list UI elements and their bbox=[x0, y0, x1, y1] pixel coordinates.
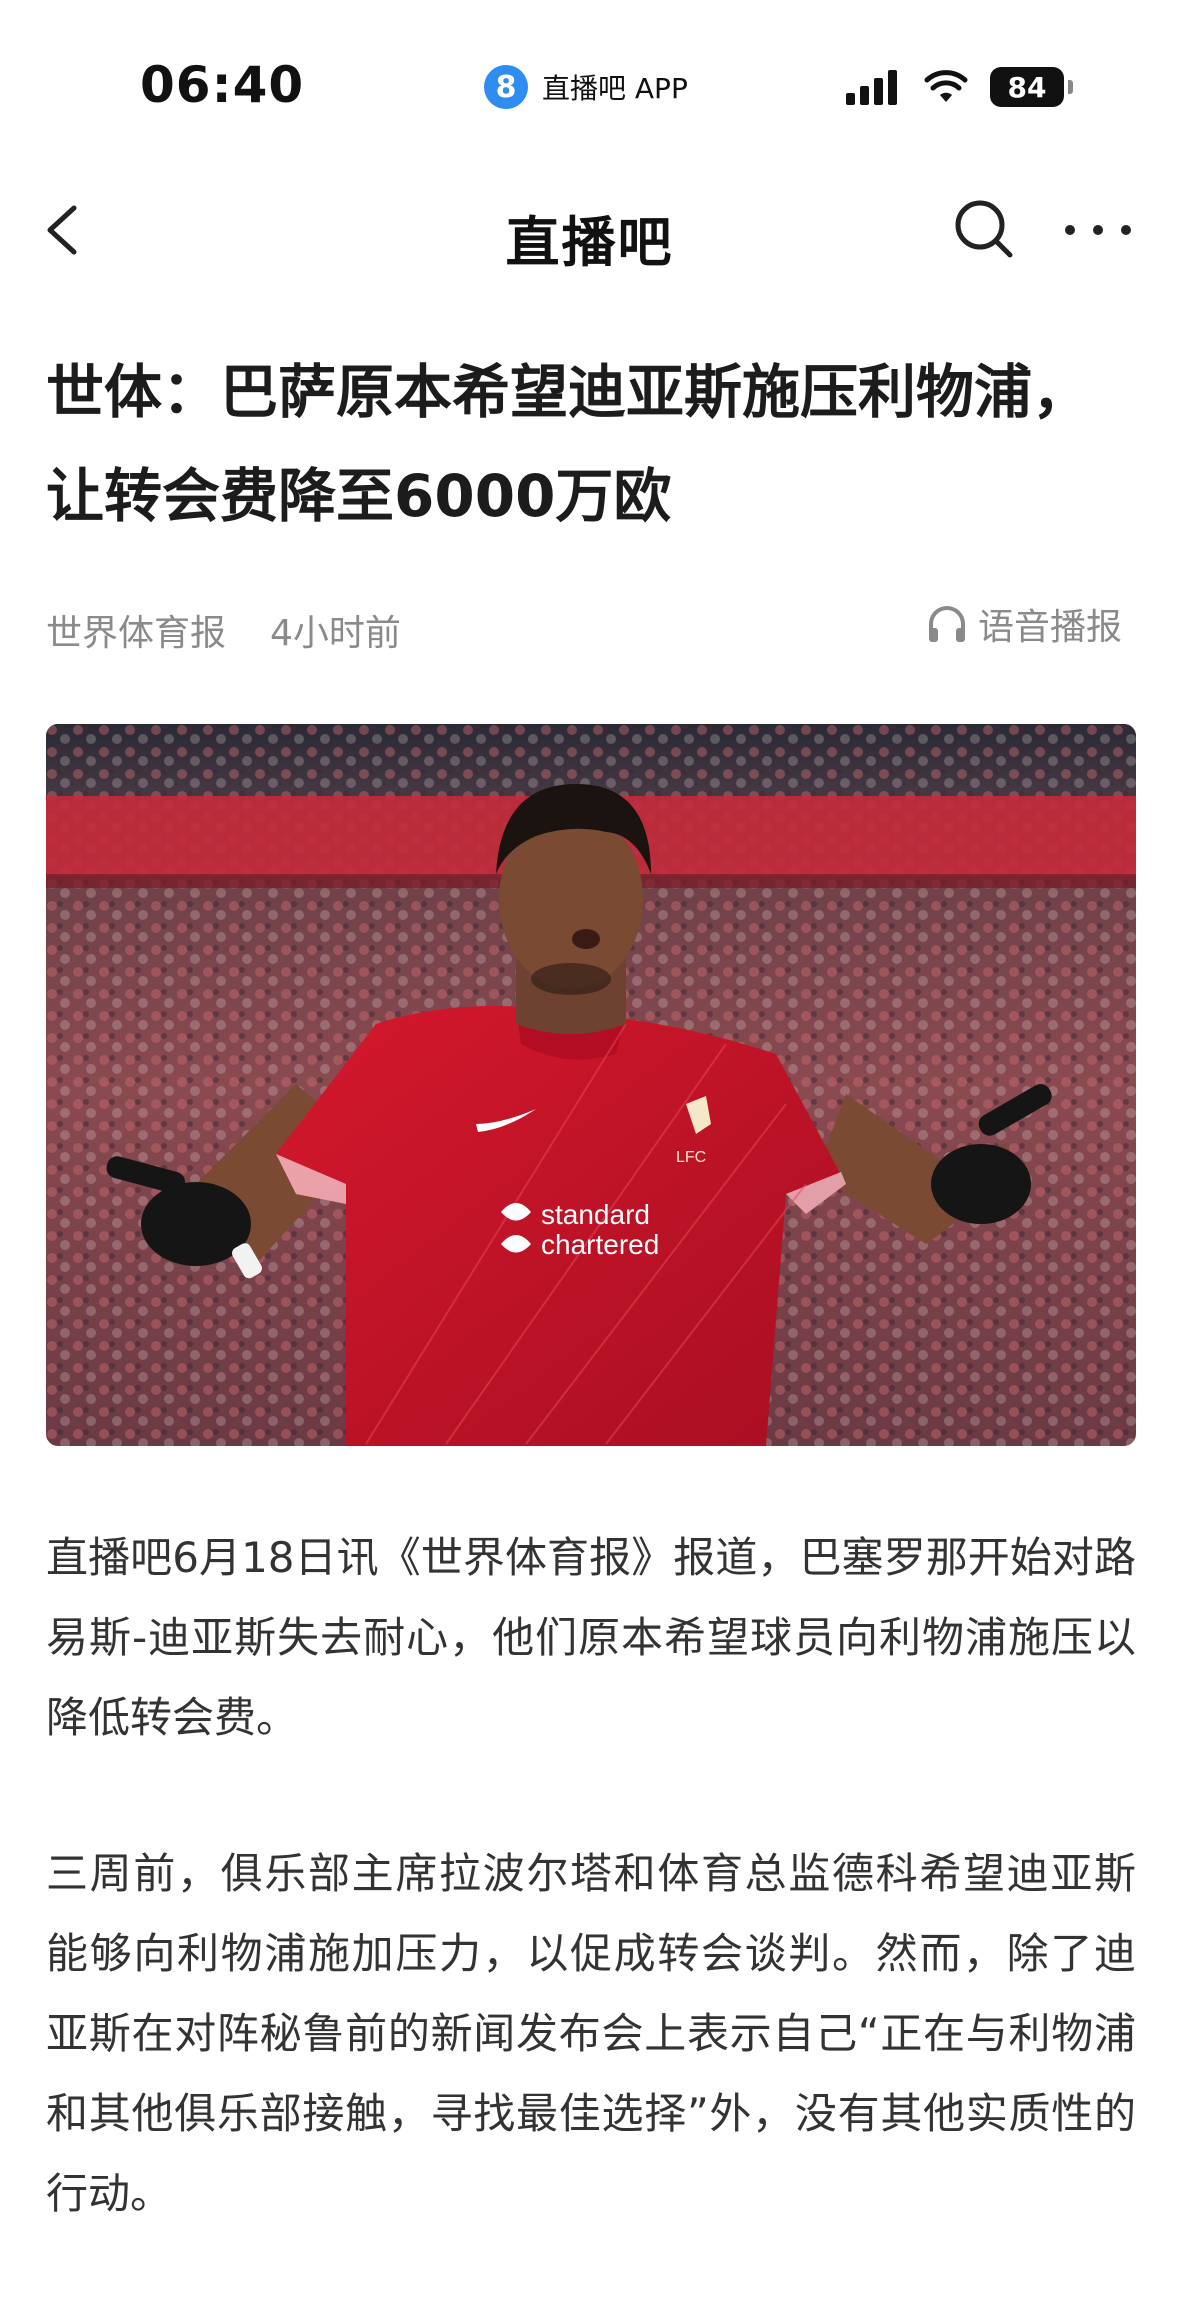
article-hero-image[interactable]: LFC standard chartered bbox=[46, 724, 1136, 1446]
battery-level: 84 bbox=[1007, 70, 1047, 104]
wifi-icon bbox=[924, 70, 968, 102]
search-icon bbox=[955, 200, 1013, 258]
more-dots-icon bbox=[1065, 225, 1131, 235]
nav-bar: 直播吧 bbox=[0, 150, 1179, 310]
battery-icon: 84 bbox=[990, 67, 1073, 107]
status-time: 06:40 bbox=[140, 56, 305, 114]
article-time: 4小时前 bbox=[270, 613, 401, 654]
sponsor-line-2: chartered bbox=[541, 1229, 659, 1260]
audio-play-label: 语音播报 bbox=[977, 607, 1122, 648]
cellular-signal-icon bbox=[846, 69, 902, 105]
audio-play-button[interactable]: 语音播报 bbox=[926, 598, 1122, 650]
status-icons: 84 bbox=[846, 64, 1073, 110]
status-app-indicator: 8 直播吧 APP bbox=[484, 62, 688, 112]
sponsor-line-1: standard bbox=[541, 1199, 650, 1230]
footballer-celebration-photo: LFC standard chartered bbox=[46, 724, 1136, 1446]
status-app-label: 直播吧 APP bbox=[542, 72, 688, 105]
article-paragraph-2: 三周前，俱乐部主席拉波尔塔和体育总监德科希望迪亚斯能够向利物浦施加压力，以促成转… bbox=[46, 1849, 1136, 2218]
article-paragraph-1: 直播吧6月18日讯《世界体育报》报道，巴塞罗那开始对路易斯-迪亚斯失去耐心，他们… bbox=[46, 1533, 1136, 1742]
app-badge-icon: 8 bbox=[484, 65, 528, 109]
headphones-icon bbox=[928, 606, 965, 642]
article-meta: 世界体育报 4小时前 语音播报 bbox=[46, 598, 1136, 658]
article-title: 世体：巴萨原本希望迪亚斯施压利物浦，让转会费降至6000万欧 bbox=[46, 358, 1091, 530]
status-bar: 06:40 8 直播吧 APP 84 bbox=[0, 0, 1179, 150]
more-button[interactable] bbox=[1058, 210, 1138, 250]
crest-text: LFC bbox=[676, 1149, 706, 1166]
article-body: 直播吧6月18日讯《世界体育报》报道，巴塞罗那开始对路易斯-迪亚斯失去耐心，他们… bbox=[46, 1518, 1136, 2310]
article-source[interactable]: 世界体育报 bbox=[46, 604, 226, 656]
search-button[interactable] bbox=[950, 195, 1020, 265]
